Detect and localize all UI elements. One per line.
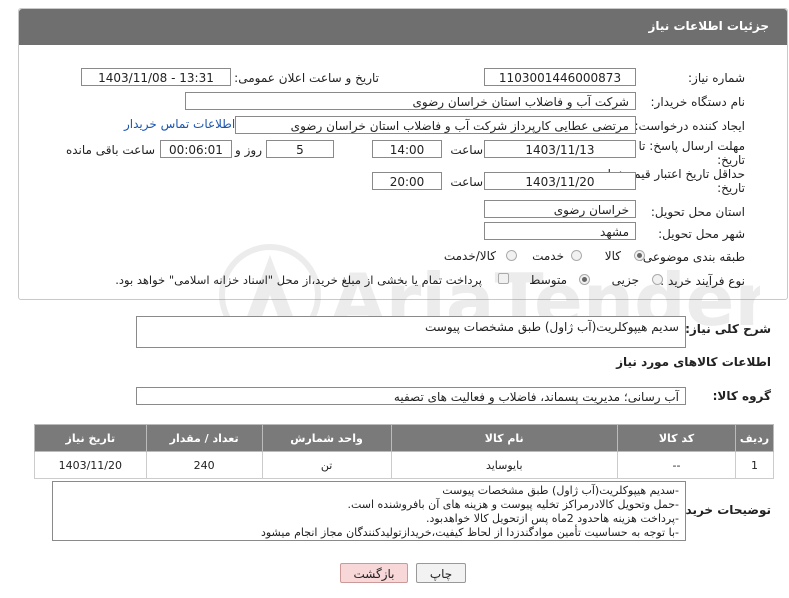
description-text: سدیم هیپوکلریت(آب ژاول) طبق مشخصات پیوست [424,320,679,334]
cell-qty: 240 [145,451,263,479]
time-remaining-field[interactable]: 00:06:01 [160,140,232,158]
category-both-label: کالا/خدمت [443,249,496,263]
panel-title: جزئیات اطلاعات نیاز [648,19,769,33]
goods-table-header: ردیف کد کالا نام کالا واحد شمارش تعداد /… [34,424,774,452]
process-minor-label: جزیی [611,273,639,287]
province-field[interactable]: خراسان رضوی [484,200,636,218]
need-number-field[interactable]: 1103001446000873 [484,68,636,86]
category-label: طبقه بندی موضوعی: [638,250,745,264]
deadline-date-label: تاریخ: [717,153,745,167]
category-goods-radio[interactable] [634,250,645,261]
process-minor-radio[interactable] [652,274,663,285]
creator-field[interactable]: مرتضی عطایی کارپرداز شرکت آب و فاضلاب اس… [235,116,636,134]
description-field[interactable]: سدیم هیپوکلریت(آب ژاول) طبق مشخصات پیوست [136,316,686,348]
cell-code: -- [616,451,737,479]
treasury-payment-label: پرداخت تمام یا بخشی از مبلغ خرید،از محل … [115,273,482,287]
process-medium-label: متوسط [529,273,567,287]
category-both-radio[interactable] [506,250,517,261]
col-qty: تعداد / مقدار [145,424,263,452]
col-row: ردیف [735,424,774,452]
cell-row: 1 [735,451,774,479]
contact-info-link[interactable]: اطلاعات تماس خریدار [124,117,235,131]
province-label: استان محل تحویل: [650,205,745,219]
deadline-date-field[interactable]: 1403/11/13 [484,140,636,158]
col-code: کد کالا [616,424,737,452]
category-service-label: خدمت [532,249,564,263]
buyer-note-line: -با توجه به حساسیت تأمین موادگندزدا از ل… [260,526,679,539]
city-field[interactable]: مشهد [484,222,636,240]
days-remaining-field[interactable]: 5 [266,140,334,158]
category-service-radio[interactable] [571,250,582,261]
goods-group-field[interactable]: آب رسانی؛ مدیریت پسماند، فاضلاب و فعالیت… [136,387,686,405]
cell-unit: تن [261,451,392,479]
goods-group-label: گروه کالا: [712,389,771,403]
cell-name: بایوساید [390,451,618,479]
deadline-label: مهلت ارسال پاسخ: تا [638,139,745,153]
process-type-label: نوع فرآیند خرید : [660,274,745,288]
deadline-time-field[interactable]: 14:00 [372,140,442,158]
city-label: شهر محل تحویل: [658,227,745,241]
buyer-note-line: -پرداخت هزینه هاحدود 2ماه پس ازتحویل کال… [425,512,679,525]
need-number-label: شماره نیاز: [688,71,745,85]
buyer-org-label: نام دستگاه خریدار: [650,95,746,109]
treasury-payment-checkbox[interactable] [498,273,509,284]
days-label: روز و [235,143,262,157]
time-remaining-label: ساعت باقی مانده [65,143,155,157]
panel-header: جزئیات اطلاعات نیاز [19,9,787,45]
goods-table: ردیف کد کالا نام کالا واحد شمارش تعداد /… [34,424,774,479]
buyer-org-field[interactable]: شرکت آب و فاضلاب استان خراسان رضوی [185,92,636,110]
buyer-notes-field[interactable]: -سدیم هیپوکلریت(آب ژاول) طبق مشخصات پیوس… [52,481,686,541]
category-goods-label: کالا [604,249,621,263]
validity-date-field[interactable]: 1403/11/20 [484,172,636,190]
creator-label: ایجاد کننده درخواست: [634,119,745,133]
announce-field[interactable]: 1403/11/08 - 13:31 [81,68,231,86]
table-row[interactable]: 1 -- بایوساید تن 240 1403/11/20 [34,451,774,479]
validity-time-field[interactable]: 20:00 [372,172,442,190]
print-button[interactable]: چاپ [416,563,466,583]
announce-label: تاریخ و ساعت اعلان عمومی: [234,71,379,85]
description-label: شرح کلی نیاز: [685,322,771,336]
col-date: تاریخ نیاز [34,424,147,452]
buyer-note-line: -حمل وتحویل کالادرمراکز تخلیه پیوست و هز… [347,498,679,511]
process-medium-radio[interactable] [579,274,590,285]
validity-time-label: ساعت [450,175,483,189]
deadline-time-label: ساعت [450,143,483,157]
col-name: نام کالا [390,424,618,452]
cell-date: 1403/11/20 [34,451,147,479]
col-unit: واحد شمارش [261,424,392,452]
validity-date-label: تاریخ: [717,181,745,195]
buyer-note-line: -سدیم هیپوکلریت(آب ژاول) طبق مشخصات پیوس… [442,484,679,497]
back-button[interactable]: بازگشت [340,563,408,583]
goods-section-title: اطلاعات کالاهای مورد نیاز [616,355,771,369]
